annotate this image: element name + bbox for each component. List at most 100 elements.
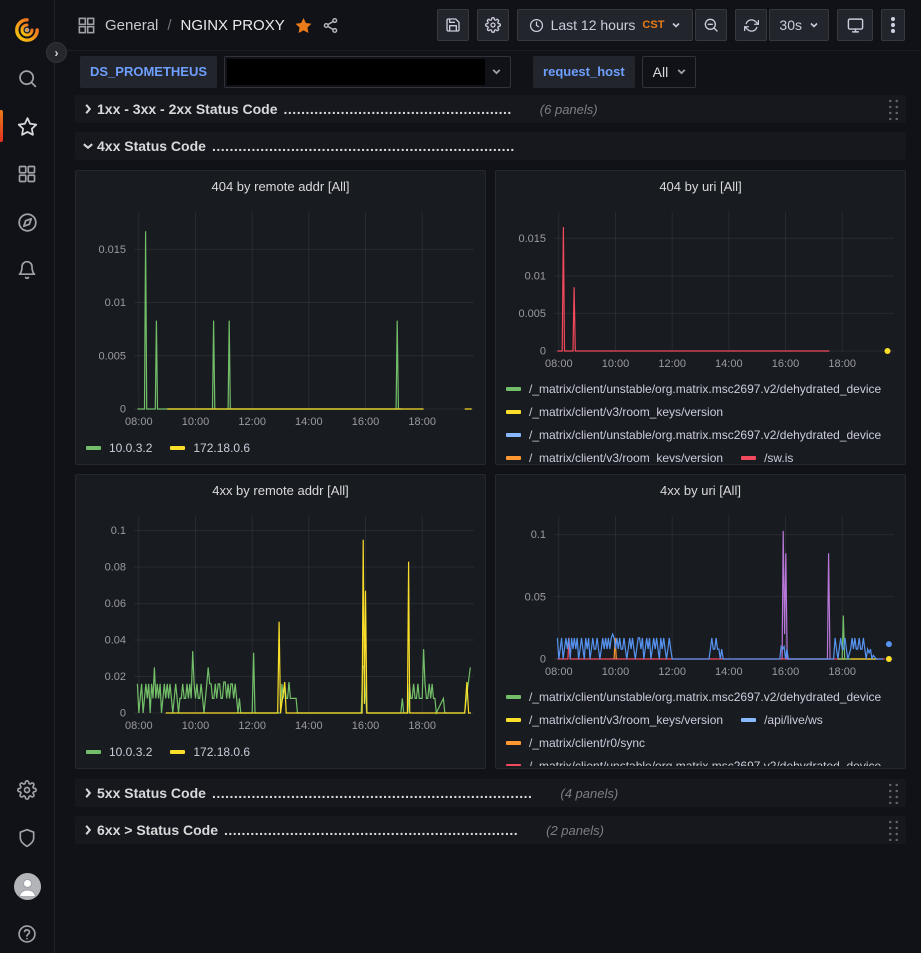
svg-text:0.05: 0.05 <box>525 591 546 603</box>
search-icon[interactable] <box>0 61 54 95</box>
refresh-interval-label: 30s <box>779 17 802 33</box>
active-indicator <box>0 110 3 142</box>
tv-mode-button[interactable] <box>837 9 873 41</box>
user-avatar[interactable] <box>0 869 54 903</box>
legend-row: /_matrix/client/v3/room_keys/version <box>506 401 897 424</box>
legend-item[interactable]: /_matrix/client/r0/sync <box>506 736 645 750</box>
variable-label-ds-prometheus[interactable]: DS_PROMETHEUS <box>80 56 217 88</box>
svg-text:0.08: 0.08 <box>105 562 126 574</box>
refresh-interval-picker[interactable]: 30s <box>769 9 829 41</box>
save-icon <box>445 17 461 33</box>
legend-item[interactable]: /_matrix/client/unstable/org.matrix.msc2… <box>506 759 881 766</box>
legend-series-swatch <box>506 741 521 745</box>
explore-compass-icon[interactable] <box>0 205 54 239</box>
configuration-gear-icon[interactable] <box>0 773 54 807</box>
svg-text:10:00: 10:00 <box>182 720 210 732</box>
row-header-5xx[interactable]: 5xx Status Code ........................… <box>75 779 906 807</box>
row-title-dots: ........................................… <box>224 822 518 838</box>
row-drag-handle[interactable] <box>887 819 900 841</box>
svg-text:0.005: 0.005 <box>98 350 126 362</box>
panel-chart[interactable]: 00.0050.010.01508:0010:0012:0014:0016:00… <box>84 200 477 436</box>
legend-item[interactable]: /api/live/ws <box>741 713 823 727</box>
legend-item[interactable]: /_matrix/client/unstable/org.matrix.msc2… <box>506 382 881 396</box>
toolbar-actions: Last 12 hours CST <box>437 9 905 41</box>
svg-text:08:00: 08:00 <box>125 416 153 428</box>
row-header-4xx[interactable]: 4xx Status Code ........................… <box>75 132 906 160</box>
legend-item[interactable]: 172.18.0.6 <box>170 441 250 455</box>
legend-item[interactable]: 172.18.0.6 <box>170 745 250 759</box>
svg-text:14:00: 14:00 <box>295 720 323 732</box>
legend-item[interactable]: /_matrix/client/v3/room_keys/version <box>506 713 723 727</box>
svg-text:14:00: 14:00 <box>715 666 743 678</box>
more-options-kebab-button[interactable] <box>881 9 905 41</box>
row-drag-handle[interactable] <box>887 782 900 804</box>
chevron-right-icon <box>79 103 97 115</box>
share-icon[interactable] <box>322 17 339 34</box>
legend-item[interactable]: /_matrix/client/v3/room_keys/version <box>506 451 723 462</box>
help-icon[interactable] <box>0 917 54 951</box>
time-series-chart[interactable]: 00.0050.010.01508:0010:0012:0014:0016:00… <box>84 200 478 431</box>
row-header-1xx-3xx-2xx[interactable]: 1xx - 3xx - 2xx Status Code ............… <box>75 95 906 123</box>
time-series-chart[interactable]: 00.0050.010.01508:0010:0012:0014:0016:00… <box>504 200 898 373</box>
panel-grid: 404 by remote addr [All] 00.0050.010.015… <box>75 170 906 769</box>
svg-text:16:00: 16:00 <box>352 720 380 732</box>
panel-404-by-remote-addr: 404 by remote addr [All] 00.0050.010.015… <box>75 170 486 465</box>
row-drag-handle[interactable] <box>887 98 900 120</box>
sidebar-expand-button[interactable]: › <box>46 42 67 63</box>
panel-chart[interactable]: 00.020.040.060.080.108:0010:0012:0014:00… <box>84 504 477 740</box>
dashboard-settings-button[interactable] <box>477 9 509 41</box>
dashboards-icon[interactable] <box>0 157 54 191</box>
panel-title[interactable]: 4xx by remote addr [All] <box>84 480 477 504</box>
favorite-star-icon[interactable] <box>294 16 313 35</box>
time-range-picker[interactable]: Last 12 hours CST <box>517 9 694 41</box>
variable-value-ds-prometheus[interactable] <box>224 56 511 88</box>
save-dashboard-button[interactable] <box>437 9 469 41</box>
variable-label-request-host[interactable]: request_host <box>533 56 635 88</box>
row-title-dots: ........................................… <box>212 138 515 154</box>
panel-title[interactable]: 4xx by uri [All] <box>504 480 897 504</box>
row-title: 4xx Status Code <box>97 138 206 154</box>
svg-text:14:00: 14:00 <box>715 358 743 370</box>
server-admin-shield-icon[interactable] <box>0 821 54 855</box>
legend-item[interactable]: /sw.js <box>741 451 793 462</box>
dashboard-title[interactable]: NGINX PROXY <box>181 17 285 34</box>
panel-title[interactable]: 404 by remote addr [All] <box>84 176 477 200</box>
legend-item[interactable]: 10.0.3.2 <box>86 745 152 759</box>
panel-chart[interactable]: 00.050.108:0010:0012:0014:0016:0018:00 <box>504 504 897 686</box>
row-header-6xx[interactable]: 6xx > Status Code ......................… <box>75 816 906 844</box>
dashboard-canvas: 1xx - 3xx - 2xx Status Code ............… <box>55 92 921 953</box>
breadcrumb-separator: / <box>167 17 171 34</box>
svg-text:18:00: 18:00 <box>828 666 856 678</box>
variable-value-request-host[interactable]: All <box>642 56 697 88</box>
svg-text:08:00: 08:00 <box>545 666 573 678</box>
legend-row: /_matrix/client/v3/room_keys/version/api… <box>506 709 897 732</box>
panel-4xx-by-remote-addr: 4xx by remote addr [All] 00.020.040.060.… <box>75 474 486 769</box>
refresh-button[interactable] <box>735 9 767 41</box>
legend-series-label: /_matrix/client/unstable/org.matrix.msc2… <box>529 382 881 396</box>
legend-item[interactable]: 10.0.3.2 <box>86 441 152 455</box>
time-series-chart[interactable]: 00.020.040.060.080.108:0010:0012:0014:00… <box>84 504 478 735</box>
legend-series-swatch <box>741 456 756 460</box>
legend-item[interactable]: /_matrix/client/v3/room_keys/version <box>506 405 723 419</box>
grafana-logo[interactable] <box>0 13 54 47</box>
timezone-badge: CST <box>642 19 664 31</box>
legend-item[interactable]: /_matrix/client/unstable/org.matrix.msc2… <box>506 690 881 704</box>
legend-series-label: /_matrix/client/unstable/org.matrix.msc2… <box>529 690 881 704</box>
chevron-right-icon <box>79 824 97 836</box>
panel-legend: /_matrix/client/unstable/org.matrix.msc2… <box>504 378 897 462</box>
breadcrumb-section[interactable]: General <box>105 17 158 34</box>
panel-chart[interactable]: 00.0050.010.01508:0010:0012:0014:0016:00… <box>504 200 897 378</box>
alerting-bell-icon[interactable] <box>0 253 54 287</box>
legend-series-label: /_matrix/client/r0/sync <box>529 736 645 750</box>
svg-text:0.02: 0.02 <box>105 671 126 683</box>
zoom-out-time-button[interactable] <box>695 9 727 41</box>
svg-text:08:00: 08:00 <box>125 720 153 732</box>
svg-text:18:00: 18:00 <box>828 358 856 370</box>
legend-series-swatch <box>741 718 756 722</box>
legend-series-label: /_matrix/client/unstable/org.matrix.msc2… <box>529 428 881 442</box>
clock-icon <box>529 18 544 33</box>
legend-item[interactable]: /_matrix/client/unstable/org.matrix.msc2… <box>506 428 881 442</box>
time-series-chart[interactable]: 00.050.108:0010:0012:0014:0016:0018:00 <box>504 504 898 681</box>
sidebar-item-starred[interactable] <box>0 109 54 143</box>
panel-title[interactable]: 404 by uri [All] <box>504 176 897 200</box>
